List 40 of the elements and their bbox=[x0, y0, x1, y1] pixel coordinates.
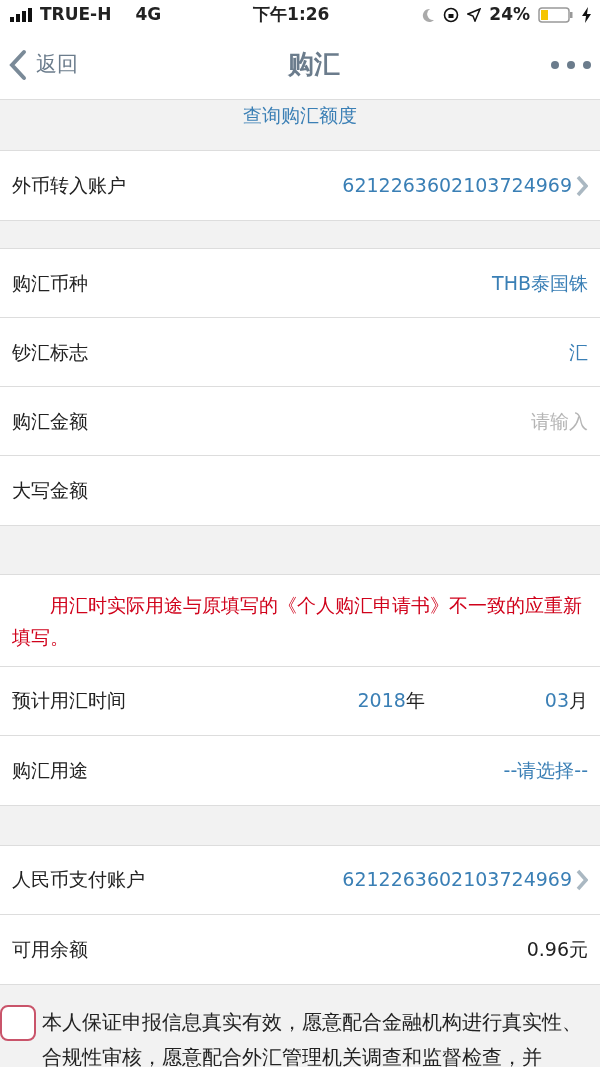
notice-text: 用汇时实际用途与原填写的《个人购汇申请书》不一致的应重新填写。 bbox=[0, 575, 600, 667]
field-label: 可用余额 bbox=[12, 936, 88, 962]
location-arrow-icon bbox=[467, 8, 482, 22]
agreement-text: 本人保证申报信息真实有效，愿意配合金融机构进行真实性、合规性审核，愿意配合外汇管理机关调查和监督检查，并 bbox=[42, 1009, 582, 1067]
carrier-name: TRUE-H bbox=[40, 3, 112, 27]
account-selector[interactable]: 6212263602103724969 bbox=[342, 865, 588, 894]
battery-percent: 24% bbox=[489, 3, 530, 27]
balance-value: 0.96元 bbox=[526, 936, 588, 962]
value-selector[interactable]: --请选择-- bbox=[503, 755, 588, 785]
year-unit: 年 bbox=[405, 688, 425, 714]
moon-icon bbox=[421, 8, 436, 22]
field-label: 购汇金额 bbox=[12, 408, 88, 434]
back-chevron-icon bbox=[8, 48, 28, 81]
signal-icon bbox=[10, 8, 32, 22]
value-selector[interactable]: 汇 bbox=[569, 337, 588, 367]
field-label: 购汇用途 bbox=[12, 757, 88, 783]
quota-query-link[interactable]: 查询购汇额度 bbox=[243, 100, 357, 130]
agreement-checkbox[interactable] bbox=[0, 1004, 36, 1041]
field-label: 购汇币种 bbox=[12, 270, 88, 296]
more-icon bbox=[550, 60, 592, 70]
back-button[interactable]: 返回 bbox=[8, 48, 78, 81]
amount-input[interactable]: 请输入 bbox=[468, 406, 588, 436]
page-title: 购汇 bbox=[288, 48, 340, 81]
field-label: 大写金额 bbox=[12, 478, 88, 504]
field-label: 人民币支付账户 bbox=[12, 867, 145, 893]
rotation-lock-icon bbox=[443, 7, 460, 23]
chevron-right-icon bbox=[576, 868, 588, 891]
battery-icon bbox=[538, 7, 574, 23]
account-selector[interactable]: 6212263602103724969 bbox=[342, 171, 588, 200]
clock-time: 下午1:26 bbox=[253, 3, 330, 27]
chevron-right-icon bbox=[576, 174, 588, 197]
field-label: 钞汇标志 bbox=[12, 339, 88, 365]
network-type: 4G bbox=[135, 3, 162, 27]
field-label: 预计用汇时间 bbox=[12, 688, 126, 714]
month-unit: 月 bbox=[569, 688, 588, 714]
value-selector[interactable]: THB泰国铢 bbox=[492, 268, 588, 298]
field-label: 外币转入账户 bbox=[12, 173, 126, 199]
month-selector[interactable]: 03 bbox=[544, 686, 569, 715]
charging-icon bbox=[582, 7, 592, 23]
year-selector[interactable]: 2018 bbox=[357, 686, 406, 715]
